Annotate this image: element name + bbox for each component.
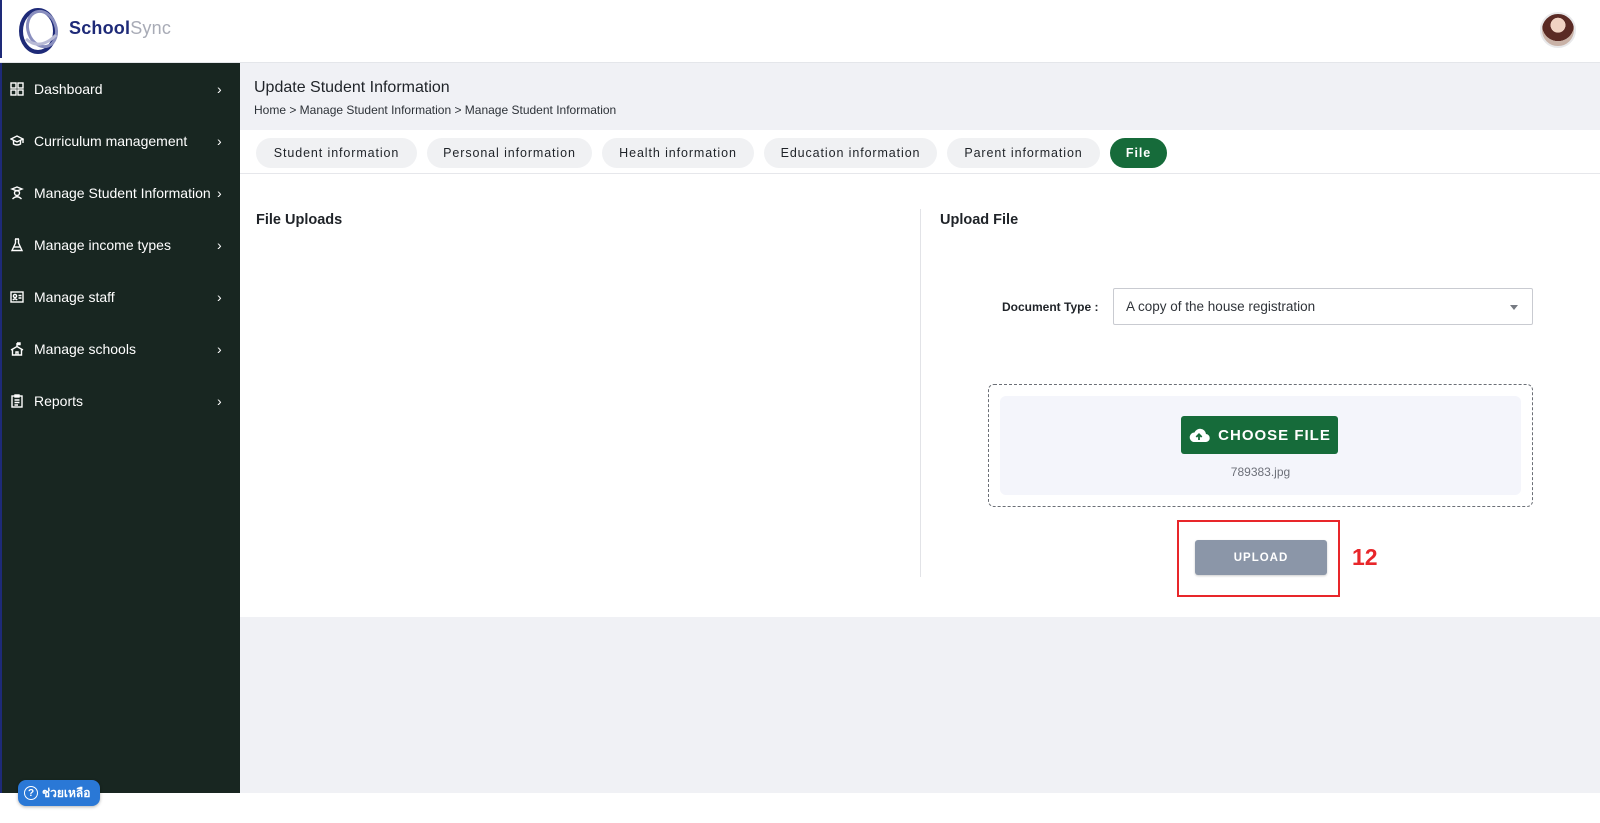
brand-primary: School: [69, 18, 131, 38]
choose-file-label: CHOOSE FILE: [1218, 426, 1331, 444]
document-type-value: A copy of the house registration: [1126, 299, 1316, 314]
annotation-step-number: 12: [1352, 544, 1378, 570]
dropzone-inner: CHOOSE FILE 789383.jpg: [1000, 396, 1521, 495]
tab-parent-information[interactable]: Parent information: [947, 138, 1100, 168]
sidebar-item-label: Dashboard: [34, 81, 103, 97]
cloud-upload-icon: [1189, 428, 1210, 443]
sidebar-item-manage-student[interactable]: Manage Student Information ›: [2, 173, 240, 213]
caret-down-icon: [1510, 305, 1518, 310]
main-content: Update Student Information Home > Manage…: [240, 63, 1600, 793]
question-icon: ?: [24, 786, 38, 800]
breadcrumb: Home > Manage Student Information > Mana…: [254, 103, 617, 117]
sidebar-item-label: Manage schools: [34, 341, 136, 357]
selected-file-name: 789383.jpg: [1230, 465, 1291, 479]
tab-education-information[interactable]: Education information: [764, 138, 937, 168]
student-icon: [9, 185, 25, 201]
sidebar-item-label: Reports: [34, 393, 84, 409]
choose-file-button[interactable]: CHOOSE FILE: [1181, 416, 1338, 454]
brand-secondary: Sync: [130, 18, 172, 38]
sidebar-item-label: Manage staff: [34, 289, 115, 305]
tabs-bar: Student information Personal information…: [240, 130, 1600, 174]
sidebar-item-label: Curriculum management: [34, 133, 188, 149]
top-bar: SchoolSync: [0, 0, 1600, 63]
file-dropzone[interactable]: CHOOSE FILE 789383.jpg: [988, 384, 1533, 507]
tab-file[interactable]: File: [1110, 138, 1167, 168]
tab-student-information[interactable]: Student information: [256, 138, 417, 168]
flask-icon: [9, 237, 25, 253]
sidebar-item-label: Manage income types: [34, 237, 171, 253]
clipboard-icon: [9, 393, 25, 409]
section-divider: [920, 209, 921, 577]
chevron-right-icon: ›: [217, 133, 222, 149]
sidebar-item-manage-schools[interactable]: Manage schools ›: [2, 329, 240, 369]
chevron-right-icon: ›: [217, 341, 222, 357]
sidebar-item-manage-staff[interactable]: Manage staff ›: [2, 277, 240, 317]
sidebar-item-dashboard[interactable]: Dashboard ›: [2, 69, 240, 109]
sidebar-item-reports[interactable]: Reports ›: [2, 381, 240, 421]
upload-button[interactable]: UPLOAD: [1195, 540, 1327, 575]
chevron-right-icon: ›: [217, 185, 222, 201]
schoolsync-logo-icon[interactable]: [16, 5, 64, 55]
graduation-cap-icon: [9, 133, 25, 149]
chevron-right-icon: ›: [217, 237, 222, 253]
chevron-right-icon: ›: [217, 393, 222, 409]
id-card-icon: [9, 289, 25, 305]
document-type-select[interactable]: A copy of the house registration: [1113, 288, 1533, 325]
user-avatar[interactable]: [1540, 12, 1576, 48]
window-edge: [0, 0, 2, 58]
help-button[interactable]: ? ช่วยเหลือ: [18, 780, 100, 806]
page-title: Update Student Information: [254, 79, 450, 96]
tab-personal-information[interactable]: Personal information: [427, 138, 592, 168]
upload-file-heading: Upload File: [940, 212, 1019, 228]
sidebar: Dashboard › Curriculum management › Mana…: [0, 63, 240, 793]
document-type-label: Document Type :: [1002, 300, 1099, 314]
brand-name[interactable]: SchoolSync: [69, 18, 171, 39]
file-panel: File Uploads Upload File Document Type :…: [240, 174, 1600, 617]
tab-health-information[interactable]: Health information: [602, 138, 754, 168]
sidebar-item-curriculum[interactable]: Curriculum management ›: [2, 121, 240, 161]
help-label: ช่วยเหลือ: [42, 785, 91, 800]
file-uploads-heading: File Uploads: [256, 212, 343, 228]
school-icon: [9, 341, 25, 357]
sidebar-item-label: Manage Student Information: [34, 185, 211, 201]
chevron-right-icon: ›: [217, 81, 222, 97]
sidebar-item-income-types[interactable]: Manage income types ›: [2, 225, 240, 265]
chevron-right-icon: ›: [217, 289, 222, 305]
grid-icon: [9, 81, 25, 97]
